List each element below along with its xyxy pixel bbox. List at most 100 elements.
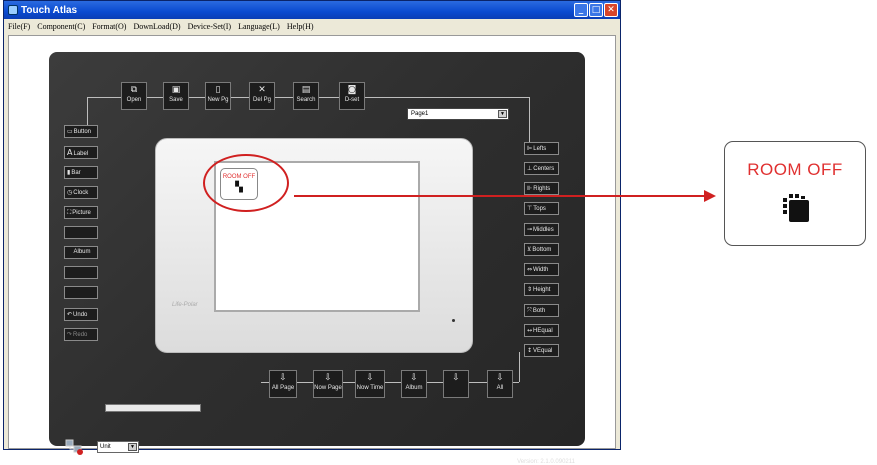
- download-now-time-button[interactable]: ⇩ Now Time: [355, 370, 385, 398]
- align-right-icon: ⊪: [527, 185, 533, 192]
- app-window: Touch Atlas _ □ ✕ File(F) Component(C) F…: [3, 0, 621, 465]
- menu-language[interactable]: Language(L): [238, 22, 280, 31]
- component-empty-1[interactable]: [64, 226, 98, 239]
- new-page-button[interactable]: ▯ New Pg: [205, 82, 231, 110]
- device-set-icon: ◙: [347, 85, 357, 95]
- delete-page-button[interactable]: ✕ Del Pg: [249, 82, 275, 110]
- delete-icon: ✕: [258, 85, 266, 95]
- download-icon: ⇩: [452, 373, 460, 383]
- unit-select[interactable]: Unit ▼: [97, 441, 139, 453]
- download-album-button[interactable]: ⇩ Album: [401, 370, 427, 398]
- version-label: Version: 2.1.0.090211: [517, 459, 575, 465]
- label-icon: A: [67, 148, 73, 157]
- download-icon: ⇩: [279, 373, 287, 383]
- download-progress-bar: [105, 404, 201, 412]
- zoomed-room-off-button: ROOM OFF: [724, 141, 866, 246]
- highlight-circle: [203, 154, 289, 212]
- clock-icon: ◷: [67, 189, 73, 196]
- button-icon: ▭: [67, 128, 73, 135]
- hand-press-icon: [775, 192, 815, 224]
- callout-arrowhead: [704, 190, 716, 202]
- same-height-button[interactable]: ⇕Height: [524, 283, 559, 296]
- align-middles-button[interactable]: ⊸Middles: [524, 223, 559, 236]
- maximize-button[interactable]: □: [589, 3, 603, 17]
- left-connector: [87, 97, 88, 127]
- h-equal-button[interactable]: ↔HEqual: [524, 324, 559, 337]
- chevron-down-icon: ▼: [498, 110, 507, 118]
- picture-icon: ⛶: [67, 209, 72, 216]
- download-empty-button[interactable]: ⇩: [443, 370, 469, 398]
- component-empty-2[interactable]: [64, 266, 98, 279]
- v-equal-icon: ↕: [527, 347, 533, 354]
- component-empty-3[interactable]: [64, 286, 98, 299]
- device-logo: Life-Polar: [172, 302, 198, 308]
- redo-icon: ↷: [67, 331, 73, 338]
- height-icon: ⇕: [527, 286, 533, 293]
- align-bottom-icon: ⊻: [527, 246, 532, 253]
- device-preview: ROOM OFF ▚ Life-Polar: [155, 138, 473, 353]
- component-button[interactable]: ▭Button: [64, 125, 98, 138]
- align-lefts-button[interactable]: ⊫Lefts: [524, 142, 559, 155]
- menu-format[interactable]: Format(O): [92, 22, 126, 31]
- align-tops-button[interactable]: ⊤Tops: [524, 202, 559, 215]
- download-icon: ⇩: [496, 373, 504, 383]
- title-bar: Touch Atlas _ □ ✕: [4, 1, 620, 19]
- device-set-button[interactable]: ◙ D-set: [339, 82, 365, 110]
- bottom-connector: [261, 382, 519, 383]
- open-icon: ⧉: [130, 85, 138, 95]
- right-connector: [529, 97, 530, 142]
- close-button[interactable]: ✕: [604, 3, 618, 17]
- menu-download[interactable]: DownLoad(D): [133, 22, 180, 31]
- width-icon: ⇔: [527, 266, 533, 273]
- both-icon: ⤧: [527, 307, 532, 314]
- menu-device-set[interactable]: Device-Set(I): [188, 22, 232, 31]
- undo-button[interactable]: ↶Undo: [64, 308, 98, 321]
- download-icon: ⇩: [324, 373, 332, 383]
- same-width-button[interactable]: ⇔Width: [524, 263, 559, 276]
- component-label[interactable]: ALabel: [64, 146, 98, 159]
- search-icon: ▤: [301, 85, 311, 95]
- component-bar[interactable]: ▮Bar: [64, 166, 98, 179]
- network-icon: [65, 439, 85, 455]
- component-picture[interactable]: ⛶Picture: [64, 206, 98, 219]
- search-button[interactable]: ▤ Search: [293, 82, 319, 110]
- component-clock[interactable]: ◷Clock: [64, 186, 98, 199]
- designer-panel: ⧉ Open ▣ Save ▯ New Pg ✕ Del Pg ▤ Search ◙ D-s…: [49, 52, 585, 465]
- menu-bar: File(F) Component(C) Format(O) DownLoad(…: [4, 19, 620, 33]
- align-left-icon: ⊫: [527, 145, 533, 152]
- undo-icon: ↶: [67, 311, 73, 318]
- page-select[interactable]: Page1 ▼: [407, 108, 509, 120]
- app-icon: [8, 5, 18, 15]
- menu-file[interactable]: File(F): [8, 22, 30, 31]
- bar-icon: ▮: [67, 169, 71, 176]
- minimize-button[interactable]: _: [574, 3, 588, 17]
- save-icon: ▣: [171, 85, 181, 95]
- align-center-icon: ⊥: [527, 165, 533, 172]
- zoomed-button-label: ROOM OFF: [747, 160, 843, 179]
- download-icon: ⇩: [366, 373, 374, 383]
- download-all-button[interactable]: ⇩ All: [487, 370, 513, 398]
- menu-component[interactable]: Component(C): [37, 22, 85, 31]
- menu-help[interactable]: Help(H): [287, 22, 314, 31]
- window-title: Touch Atlas: [21, 4, 78, 16]
- save-button[interactable]: ▣ Save: [163, 82, 189, 110]
- component-album[interactable]: Album: [64, 246, 98, 259]
- new-page-icon: ▯: [215, 85, 221, 95]
- device-led: [452, 319, 455, 322]
- download-now-page-button[interactable]: ⇩ Now Page: [313, 370, 343, 398]
- redo-button[interactable]: ↷Redo: [64, 328, 98, 341]
- align-middle-icon: ⊸: [527, 226, 533, 233]
- bottom-right-connector: [519, 352, 520, 382]
- download-icon: ⇩: [410, 373, 418, 383]
- same-both-button[interactable]: ⤧Both: [524, 304, 559, 317]
- open-button[interactable]: ⧉ Open: [121, 82, 147, 110]
- v-equal-button[interactable]: ↕VEqual: [524, 344, 559, 357]
- align-bottom-button[interactable]: ⊻Bottom: [524, 243, 559, 256]
- align-top-icon: ⊤: [527, 205, 533, 212]
- window-controls: _ □ ✕: [574, 3, 618, 17]
- h-equal-icon: ↔: [527, 327, 533, 334]
- align-rights-button[interactable]: ⊪Rights: [524, 182, 559, 195]
- callout-arrow-line: [294, 195, 712, 197]
- align-centers-button[interactable]: ⊥Centers: [524, 162, 559, 175]
- download-all-page-button[interactable]: ⇩ All Page: [269, 370, 297, 398]
